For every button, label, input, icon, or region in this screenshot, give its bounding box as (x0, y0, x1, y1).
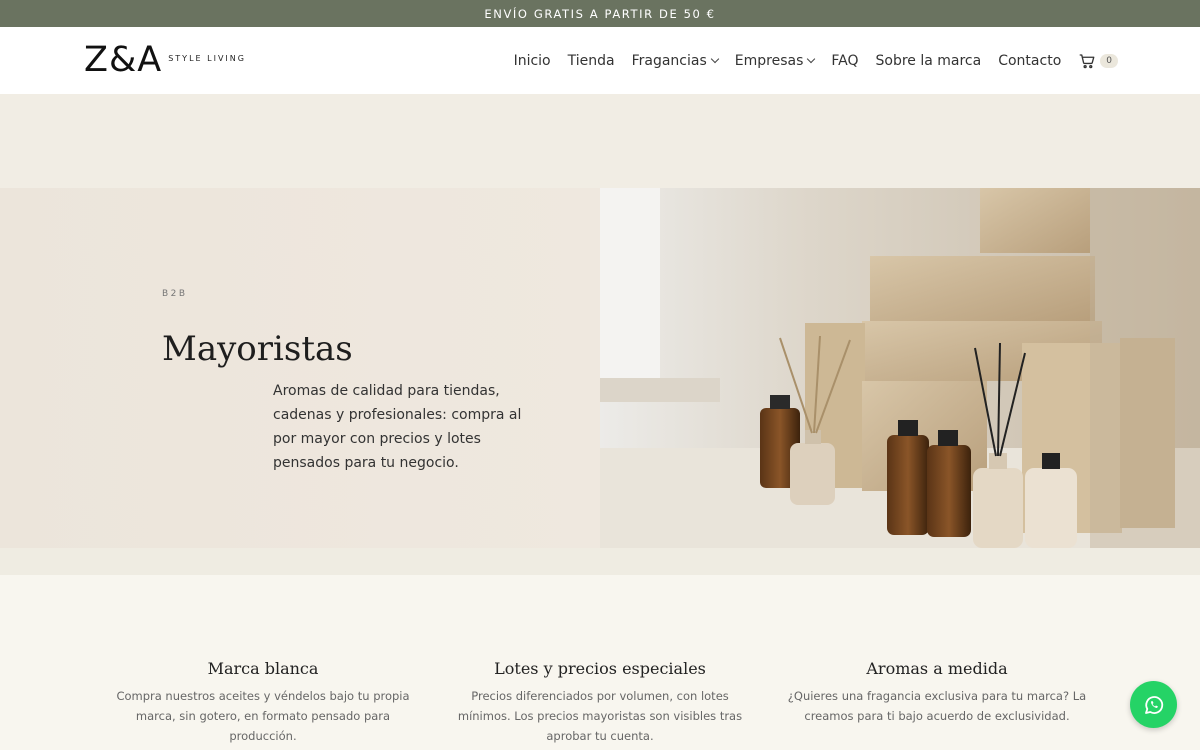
features-section: Marca blanca Compra nuestros aceites y v… (0, 575, 1200, 750)
chevron-down-icon (710, 54, 720, 64)
hero-eyebrow: B2B (162, 289, 188, 299)
nav-item-empresas[interactable]: Empresas (734, 52, 816, 69)
feature-title: Lotes y precios especiales (494, 659, 706, 678)
feature-aromas-medida: Aromas a medida ¿Quieres una fragancia e… (787, 659, 1087, 726)
logo-tagline: STYLE LIVING (168, 54, 246, 63)
whatsapp-button[interactable] (1130, 681, 1177, 728)
promo-text: ENVÍO GRATIS A PARTIR DE 50 € (484, 6, 716, 21)
nav-label: Fragancias (631, 52, 707, 69)
cart-count-badge: 0 (1100, 53, 1118, 68)
hero-image (600, 188, 1200, 548)
logo-mark: Z&A (84, 40, 163, 80)
hero-text-panel: B2B Mayoristas Aromas de calidad para ti… (0, 188, 600, 548)
hero-band (0, 94, 1200, 188)
cart-button[interactable]: 0 (1078, 52, 1118, 70)
nav-item-faq[interactable]: FAQ (831, 53, 858, 69)
feature-text: ¿Quieres una fragancia exclusiva para tu… (787, 689, 1087, 723)
nav-item-sobre-la-marca[interactable]: Sobre la marca (876, 53, 982, 69)
section-divider (0, 548, 1200, 575)
chevron-down-icon (807, 54, 816, 64)
feature-title: Marca blanca (207, 659, 319, 678)
nav-label: Contacto (998, 52, 1062, 69)
hero-illustration (600, 188, 1200, 548)
nav-item-fragancias[interactable]: Fragancias (631, 52, 720, 69)
hero-section: B2B Mayoristas Aromas de calidad para ti… (0, 188, 1200, 548)
feature-text: Compra nuestros aceites y véndelos bajo … (116, 689, 410, 743)
feature-lotes-precios: Lotes y precios especiales Precios difer… (450, 659, 750, 746)
promo-bar: ENVÍO GRATIS A PARTIR DE 50 € (0, 0, 1200, 27)
feature-title: Aromas a medida (866, 659, 1008, 678)
nav-item-tienda[interactable]: Tienda (568, 53, 615, 69)
nav-label: Empresas (734, 52, 804, 69)
logo[interactable]: Z&A STYLE LIVING (84, 43, 246, 78)
site-header: Z&A STYLE LIVING Inicio Tienda Fragancia… (0, 27, 1200, 94)
whatsapp-icon (1144, 695, 1163, 714)
feature-text: Precios diferenciados por volumen, con l… (457, 689, 743, 743)
nav-item-inicio[interactable]: Inicio (514, 53, 551, 69)
nav-label: Inicio (513, 52, 551, 69)
feature-marca-blanca: Marca blanca Compra nuestros aceites y v… (113, 659, 413, 746)
nav-label: Tienda (567, 52, 615, 69)
main-nav: Inicio Tienda Fragancias Empresas FAQ So… (514, 52, 1118, 70)
nav-label: Sobre la marca (875, 52, 982, 69)
hero-description: Aromas de calidad para tiendas, cadenas … (273, 383, 522, 471)
shopping-cart-icon (1079, 53, 1095, 68)
page-title: Mayoristas (162, 329, 353, 369)
nav-item-contacto[interactable]: Contacto (998, 53, 1061, 69)
nav-label: FAQ (831, 52, 859, 69)
